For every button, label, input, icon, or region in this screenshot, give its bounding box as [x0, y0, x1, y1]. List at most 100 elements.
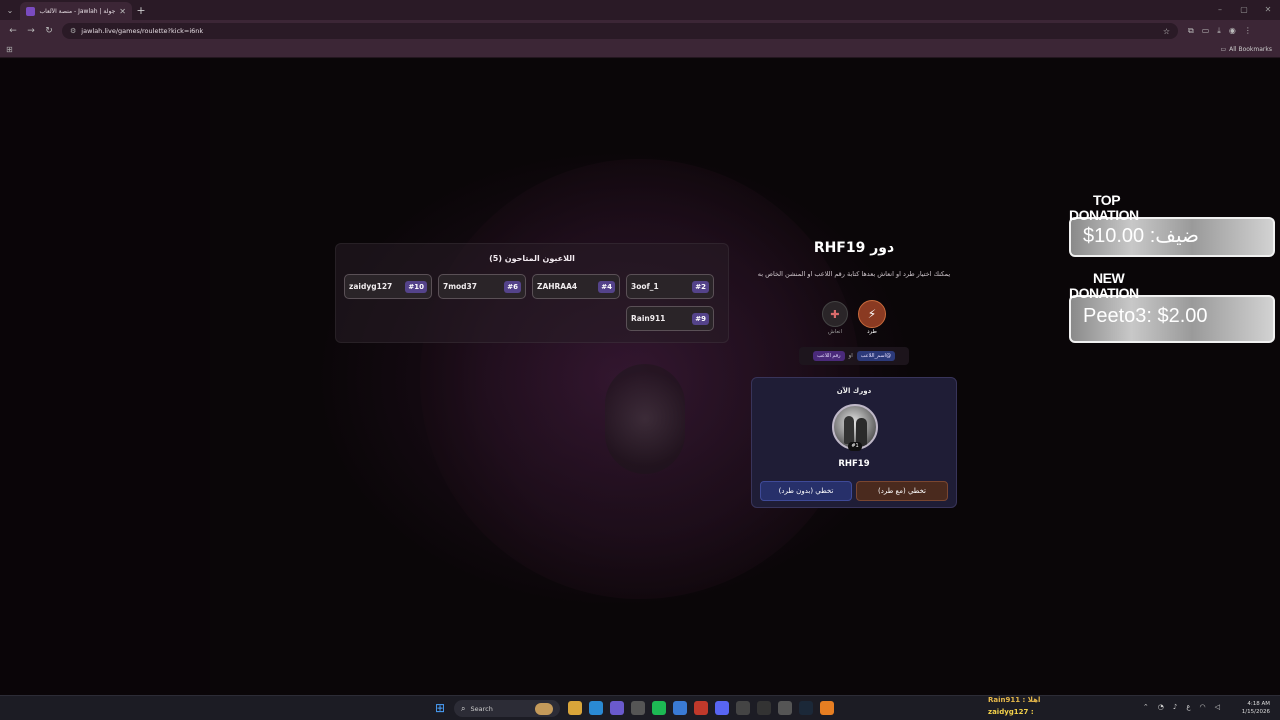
clock-date: 1/15/2026 — [1241, 709, 1270, 715]
app-icon[interactable] — [673, 701, 687, 715]
terminal-icon[interactable] — [736, 701, 750, 715]
top-donation-header-2: DONATION — [1069, 207, 1139, 223]
player-name: ZAHRAA4 — [537, 282, 578, 291]
chevron-up-icon[interactable]: ⌃ — [1143, 703, 1149, 711]
top-donation-header: TOP — [1093, 192, 1121, 208]
search-highlight-icon — [535, 702, 553, 715]
taskbar-apps — [568, 701, 834, 715]
browser-tab[interactable]: جولة | Jawlah - منصة الألعاب ال... ✕ — [20, 2, 132, 20]
player-card[interactable]: zaidyg127 #10 — [344, 274, 432, 299]
discord-icon[interactable] — [715, 701, 729, 715]
player-number-badge: #10 — [405, 280, 427, 293]
obs-icon[interactable] — [778, 701, 792, 715]
player-number-badge: #2 — [692, 280, 709, 293]
skip-without-kick-button[interactable]: تخطي (بدون طرد) — [760, 481, 852, 501]
minimize-icon[interactable]: – — [1208, 0, 1232, 20]
apps-grid-icon[interactable]: ⊞ — [6, 45, 13, 54]
address-bar[interactable]: ⚙ jawlah.live/games/roulette?kick=i6nk ☆ — [62, 23, 1178, 39]
search-placeholder: Search — [470, 704, 493, 713]
new-tab-button[interactable]: + — [132, 4, 150, 17]
window-controls: – ▢ ✕ — [1208, 0, 1280, 20]
maximize-icon[interactable]: ▢ — [1232, 0, 1256, 20]
hint-or: او — [848, 353, 853, 359]
all-bookmarks-label: All Bookmarks — [1229, 46, 1272, 53]
edge-icon[interactable] — [589, 701, 603, 715]
player-card[interactable]: 3oof_1 #2 — [626, 274, 714, 299]
player-number-badge: #9 — [692, 312, 709, 325]
game-page: اللاعبون المتاحون (5) 3oof_1 #2 ZAHRAA4 … — [0, 59, 1280, 695]
chat-message: Rain911 : اهلا — [988, 696, 1041, 704]
folder-icon: ▭ — [1220, 46, 1227, 53]
back-icon[interactable]: ← — [4, 26, 22, 36]
player-name: 7mod37 — [443, 282, 477, 291]
clock-time: 4:18 AM — [1247, 701, 1270, 707]
turn-title: دور RHF19 — [813, 240, 895, 256]
kick-action-button[interactable]: ⚡ طرد — [857, 300, 887, 335]
boot-icon: ⚡ — [858, 300, 886, 328]
language-icon[interactable]: ع — [1186, 703, 1190, 711]
reload-icon[interactable]: ↻ — [40, 26, 58, 36]
skip-with-kick-button[interactable]: تخطي (مع طرد) — [856, 481, 948, 501]
mic-icon[interactable]: ♪ — [1173, 703, 1177, 711]
players-title: اللاعبون المتاحون (5) — [489, 254, 575, 263]
steam-icon[interactable] — [799, 701, 813, 715]
url-text[interactable]: jawlah.live/games/roulette?kick=i6nk — [81, 27, 1163, 35]
download-icon[interactable]: ⤓ — [1217, 26, 1221, 36]
taskbar-search[interactable]: ⌕ Search — [454, 700, 560, 717]
new-donation-widget: NEW DONATION Peeto3: $2.00 — [1069, 270, 1275, 343]
site-info-icon[interactable]: ⚙ — [70, 27, 76, 35]
new-donation-header: NEW — [1093, 270, 1125, 286]
player-card[interactable]: Rain911 #9 — [626, 306, 714, 331]
number-hint-chip: رقم اللاعب — [813, 351, 845, 361]
player-rank-badge: #1 — [848, 442, 862, 451]
profile-icon[interactable]: ◉ — [1229, 26, 1236, 36]
menu-icon[interactable]: ⋮ — [1244, 26, 1252, 36]
player-name: 3oof_1 — [631, 282, 659, 291]
top-donation-widget: TOP DONATION ضيف: 10.00$ — [1069, 192, 1275, 257]
all-bookmarks-button[interactable]: ▭ All Bookmarks — [1220, 46, 1272, 53]
store-icon[interactable] — [631, 701, 645, 715]
system-tray: ⌃ ◔ ♪ ع ◠ ◁ — [1143, 703, 1220, 711]
close-window-icon[interactable]: ✕ — [1256, 0, 1280, 20]
search-icon: ⌕ — [461, 703, 466, 713]
wifi-icon[interactable]: ◠ — [1200, 703, 1206, 711]
app-icon-4[interactable] — [820, 701, 834, 715]
new-donation-header-2: DONATION — [1069, 285, 1139, 301]
new-donation-value: Peeto3: $2.00 — [1083, 305, 1208, 327]
top-donation-value: ضيف: 10.00$ — [1083, 225, 1200, 247]
kick-label: طرد — [867, 329, 877, 335]
extensions-icon[interactable]: ⧉ — [1188, 26, 1194, 36]
bookmarks-bar: ⊞ ▭ All Bookmarks — [0, 42, 1280, 58]
current-turn-card: دورك الآن #1 RHF19 تخطي (مع طرد) تخطي (ب… — [751, 377, 957, 508]
wheel-center-glow — [605, 364, 685, 474]
available-players-panel: اللاعبون المتاحون (5) 3oof_1 #2 ZAHRAA4 … — [335, 243, 729, 343]
bookmark-star-icon[interactable]: ☆ — [1163, 27, 1170, 36]
player-card[interactable]: ZAHRAA4 #4 — [532, 274, 620, 299]
player-number-badge: #4 — [598, 280, 615, 293]
file-explorer-icon[interactable] — [568, 701, 582, 715]
tab-search-icon[interactable]: ⌄ — [0, 0, 20, 20]
chat-message: zaidyg127 : — [988, 708, 1034, 716]
clock[interactable]: 4:18 AM 1/15/2026 — [1242, 700, 1270, 716]
chrome-icon[interactable] — [610, 701, 624, 715]
volume-icon[interactable]: ◁ — [1215, 703, 1220, 711]
current-turn-label: دورك الآن — [836, 387, 872, 395]
network-icon[interactable]: ◔ — [1158, 703, 1164, 711]
right-shade — [1080, 59, 1280, 695]
player-number-badge: #6 — [504, 280, 521, 293]
cast-icon[interactable]: ▭ — [1202, 26, 1210, 36]
spotify-icon[interactable] — [652, 701, 666, 715]
windows-start-icon[interactable]: ⊞ — [435, 702, 447, 714]
syringe-icon: ✚ — [822, 301, 848, 327]
tab-close-icon[interactable]: ✕ — [119, 7, 126, 16]
left-shade — [0, 59, 210, 695]
player-card[interactable]: 7mod37 #6 — [438, 274, 526, 299]
forward-icon[interactable]: → — [22, 26, 40, 36]
player-name: zaidyg127 — [349, 282, 393, 291]
app-icon-2[interactable] — [694, 701, 708, 715]
player-name: Rain911 — [631, 314, 666, 323]
favicon-icon — [26, 6, 35, 16]
revive-label: انعاش — [827, 329, 843, 335]
revive-action-button[interactable]: ✚ انعاش — [820, 300, 850, 335]
app-icon-3[interactable] — [757, 701, 771, 715]
